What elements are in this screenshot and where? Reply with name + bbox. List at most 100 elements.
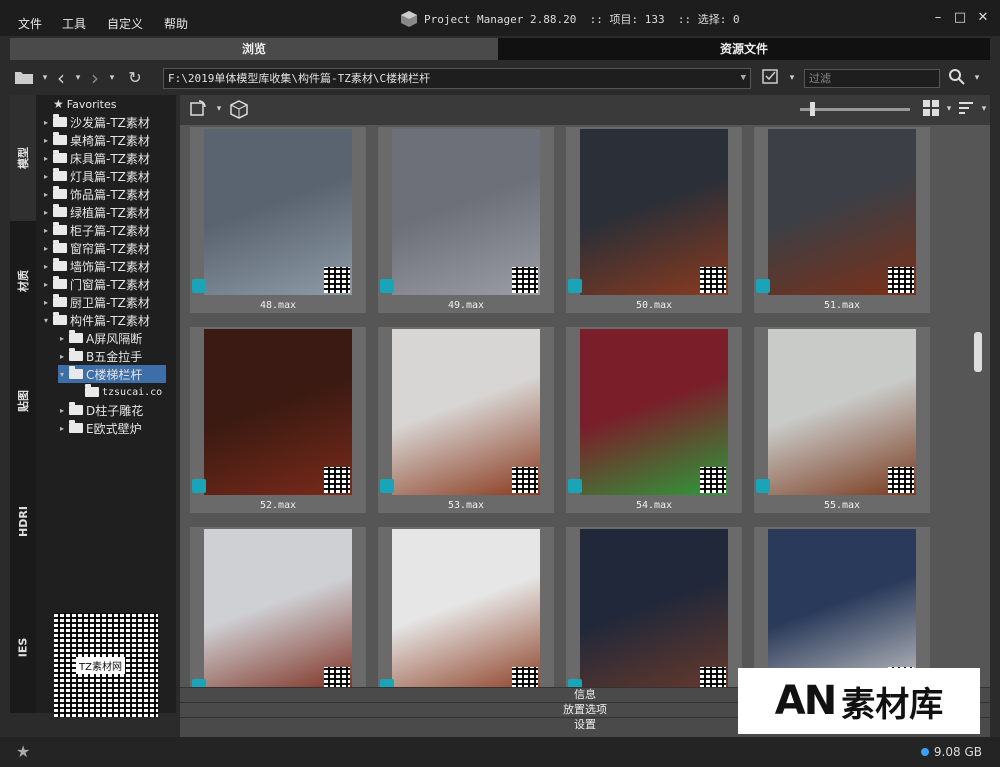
selection-count: 0 <box>732 13 740 26</box>
zoom-slider-handle[interactable] <box>810 102 815 116</box>
thumbnail-card[interactable] <box>378 527 554 687</box>
folder-icon <box>53 240 67 253</box>
toolbar: ▾ ‹ ▾ › ▾ ↻ F:\2019单体模型库收集\构件篇-TZ素材\C楼梯栏… <box>0 62 1000 94</box>
tree-label: 饰品篇-TZ素材 <box>70 187 150 202</box>
path-field[interactable]: F:\2019单体模型库收集\构件篇-TZ素材\C楼梯栏杆 ▼ <box>163 68 751 89</box>
vtab-ies[interactable]: IES <box>10 581 36 713</box>
tree-item[interactable]: ▸ 门窗篇-TZ素材 <box>42 275 150 293</box>
tree-arrow[interactable]: ▸ <box>42 262 50 271</box>
tree-item[interactable]: ▸ 饰品篇-TZ素材 <box>42 185 150 203</box>
tree-arrow[interactable]: ▸ <box>42 118 50 127</box>
tree-arrow[interactable]: ▸ <box>58 334 66 343</box>
thumbnail-card[interactable]: 55.max <box>754 327 930 513</box>
tree-arrow[interactable]: ▾ <box>42 316 50 325</box>
thumbnail-card[interactable]: 49.max <box>378 127 554 313</box>
tree-arrow[interactable]: ▸ <box>42 172 50 181</box>
thumbnail-card[interactable]: 50.max <box>566 127 742 313</box>
menu-help[interactable]: 帮助 <box>164 15 188 32</box>
tree-label: 灯具篇-TZ素材 <box>70 169 150 184</box>
thumbnail-card[interactable]: 52.max <box>190 327 366 513</box>
forward-dropdown-icon[interactable]: ▾ <box>101 68 123 88</box>
thumbnail-label: 50.max <box>635 300 673 311</box>
path-dropdown-icon[interactable]: ▼ <box>741 69 746 88</box>
tree-item-selected[interactable]: ▾ C楼梯栏杆 <box>58 365 166 383</box>
zoom-slider[interactable] <box>800 102 910 116</box>
thumbnail-card[interactable]: 54.max <box>566 327 742 513</box>
menu-customize[interactable]: 自定义 <box>107 15 143 32</box>
tree-label: 墙饰篇-TZ素材 <box>70 259 150 274</box>
filter-input[interactable]: 过滤 <box>804 69 940 88</box>
tree-item[interactable]: ▸ A屏风隔断 <box>58 329 142 347</box>
favorite-star-icon[interactable]: ★ <box>16 742 30 761</box>
tree-label: 桌椅篇-TZ素材 <box>70 133 150 148</box>
tree-arrow[interactable]: ▸ <box>42 244 50 253</box>
tree-item[interactable]: ▾ 构件篇-TZ素材 <box>42 311 150 329</box>
tree-item[interactable]: tzsucai.co <box>74 383 162 401</box>
sync-icon[interactable] <box>188 99 210 119</box>
3dsmax-icon <box>756 479 770 493</box>
thumbnail-card[interactable] <box>190 527 366 687</box>
tree-label: B五金拉手 <box>86 349 143 364</box>
thumbnail-qr-image <box>324 467 350 493</box>
sync-dropdown-icon[interactable]: ▾ <box>208 99 230 119</box>
selection-label: 选择: <box>697 13 727 26</box>
tree-arrow[interactable]: ▸ <box>42 226 50 235</box>
tree-arrow[interactable]: ▸ <box>58 424 66 433</box>
tree-arrow[interactable]: ▸ <box>42 298 50 307</box>
tree-item[interactable]: ▸ 灯具篇-TZ素材 <box>42 167 150 185</box>
tree-item[interactable]: ▸ B五金拉手 <box>58 347 142 365</box>
app-logo-icon <box>401 11 417 27</box>
thumbnail-card[interactable] <box>566 527 742 687</box>
tree-item[interactable]: ▸ 厨卫篇-TZ素材 <box>42 293 150 311</box>
tree-arrow[interactable]: ▸ <box>42 280 50 289</box>
thumbnail-card[interactable]: 48.max <box>190 127 366 313</box>
tree-item[interactable]: ▸ 床具篇-TZ素材 <box>42 149 150 167</box>
tree-arrow[interactable]: ▸ <box>58 352 66 361</box>
vtab-texture[interactable]: 贴图 <box>10 341 36 461</box>
tree-item[interactable]: ▸ E欧式壁炉 <box>58 419 142 437</box>
tree-arrow[interactable]: ▸ <box>42 136 50 145</box>
tree-arrow[interactable]: ▸ <box>42 190 50 199</box>
thumbnail-grid: 48.max 49.max 50.max 51.max 52.max 53.max 54.m… <box>180 125 990 687</box>
tree-item-favorites[interactable]: ★ Favorites <box>42 95 116 113</box>
search-dropdown-icon[interactable]: ▾ <box>966 68 988 88</box>
tree-arrow[interactable]: ▾ <box>58 370 66 379</box>
folder-icon[interactable] <box>14 68 36 88</box>
tree-item[interactable]: ▸ D柱子雕花 <box>58 401 143 419</box>
tree-item[interactable]: ▸ 墙饰篇-TZ素材 <box>42 257 150 275</box>
filter-dropdown-icon[interactable]: ▾ <box>781 68 803 88</box>
qr-code-image: TZ素材网 <box>54 613 158 717</box>
tree-arrow[interactable]: ▸ <box>42 208 50 217</box>
tree-item[interactable]: ▸ 柜子篇-TZ素材 <box>42 221 150 239</box>
minimize-icon[interactable]: – <box>930 10 946 26</box>
grid-scrollbar[interactable] <box>974 332 982 372</box>
vtab-model[interactable]: 模型 <box>10 95 36 221</box>
filter-toggle-icon[interactable] <box>760 68 782 88</box>
tab-browse[interactable]: 浏览 <box>10 38 498 60</box>
close-icon[interactable]: ✕ <box>975 10 991 26</box>
tree-label: C楼梯栏杆 <box>86 367 143 382</box>
watermark-mark: AN <box>774 678 837 724</box>
vtab-material[interactable]: 材质 <box>10 221 36 341</box>
thumbnail-card[interactable] <box>754 527 930 687</box>
package-icon[interactable] <box>228 99 250 119</box>
sort-dropdown-icon[interactable]: ▾ <box>973 99 995 119</box>
tree-item[interactable]: ▸ 桌椅篇-TZ素材 <box>42 131 150 149</box>
maximize-icon[interactable]: □ <box>952 10 968 26</box>
tree-arrow[interactable]: ▸ <box>42 154 50 163</box>
folder-icon <box>53 258 67 271</box>
search-icon[interactable] <box>946 68 968 88</box>
menu-file[interactable]: 文件 <box>18 15 42 32</box>
tree-item[interactable]: ▸ 绿植篇-TZ素材 <box>42 203 150 221</box>
tab-assets[interactable]: 资源文件 <box>498 38 990 60</box>
folder-icon <box>53 276 67 289</box>
refresh-icon[interactable]: ↻ <box>124 68 146 88</box>
folder-icon <box>53 312 67 325</box>
tree-item[interactable]: ▸ 沙发篇-TZ素材 <box>42 113 150 131</box>
menu-tools[interactable]: 工具 <box>62 15 86 32</box>
thumbnail-card[interactable]: 53.max <box>378 327 554 513</box>
thumbnail-card[interactable]: 51.max <box>754 127 930 313</box>
tree-item[interactable]: ▸ 窗帘篇-TZ素材 <box>42 239 150 257</box>
tree-arrow[interactable]: ▸ <box>58 406 66 415</box>
vtab-hdri[interactable]: HDRI <box>10 461 36 581</box>
